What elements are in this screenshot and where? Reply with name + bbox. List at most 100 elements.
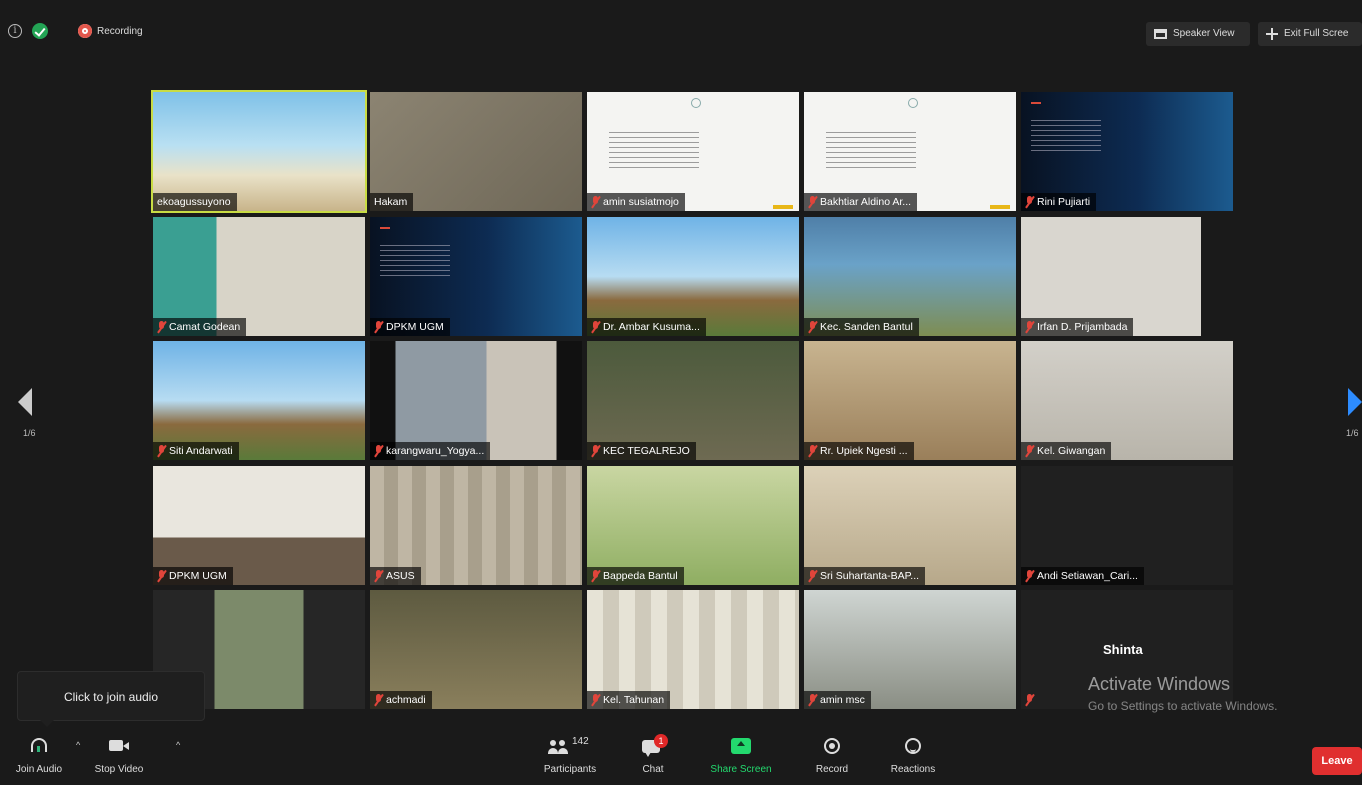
headphones-icon [31, 738, 47, 752]
slide-text-block [826, 128, 916, 168]
participant-name-tag: karangwaru_Yogya... [370, 442, 491, 460]
participant-name: Dr. Ambar Kusuma... [603, 320, 700, 333]
participants-button[interactable]: 142 Participants [530, 736, 610, 784]
participant-video-tile[interactable]: Camat Godean [153, 216, 365, 336]
participant-video-tile[interactable]: Bappeda Bantul [587, 465, 799, 585]
participant-name: ekoagussuyono [157, 196, 231, 208]
participant-name-tag: Kel. Tahunan [587, 691, 671, 709]
info-icon[interactable]: i [8, 24, 22, 38]
slide-logo-icon [908, 98, 918, 108]
participant-video-tile[interactable]: Bakhtiar Aldino Ar... [804, 92, 1016, 211]
participant-video-tile[interactable]: DPKM UGM [153, 465, 365, 585]
video-options-chevron-up-icon[interactable]: ^ [176, 740, 180, 750]
muted-microphone-icon [808, 445, 817, 457]
participant-name-tag: ekoagussuyono [153, 193, 237, 211]
participant-video-tile[interactable]: Hakam [370, 92, 582, 211]
participant-name: Siti Andarwati [169, 445, 233, 457]
participant-video-tile[interactable]: Siti Andarwati [153, 341, 365, 460]
audio-options-chevron-up-icon[interactable]: ^ [76, 740, 80, 750]
participant-name: amin msc [820, 694, 865, 706]
video-camera-icon [109, 740, 129, 751]
share-screen-label: Share Screen [710, 764, 772, 775]
participant-video-tile[interactable]: Rr. Upiek Ngesti ... [804, 341, 1016, 460]
participant-name: ASUS [386, 569, 415, 582]
participant-name: DPKM UGM [169, 569, 227, 582]
muted-microphone-icon [1025, 320, 1034, 333]
participant-name: Kel. Tahunan [603, 694, 665, 706]
participant-video-tile[interactable]: DPKM UGM [370, 216, 582, 336]
participant-name: Bappeda Bantul [603, 569, 678, 582]
participant-name-tag: Hakam [370, 193, 414, 211]
participant-name-tag: ASUS [370, 566, 421, 585]
stop-video-label: Stop Video [94, 764, 144, 775]
participant-name-tag: Andi Setiawan_Cari... [1021, 566, 1144, 585]
slide-accent-bar [380, 226, 390, 229]
muted-microphone-icon [591, 320, 600, 333]
leave-meeting-button[interactable]: Leave [1312, 747, 1362, 775]
slide-accent-bar [990, 205, 1010, 209]
participant-name-tag: DPKM UGM [370, 317, 450, 336]
reactions-button[interactable]: Reactions [880, 736, 946, 784]
page-indicator-left: 1/6 [23, 428, 36, 438]
record-label: Record [815, 764, 849, 775]
participant-video-tile[interactable]: Kel. Tahunan [587, 590, 799, 709]
participant-name-tag: achmadi [370, 691, 432, 709]
join-audio-button[interactable]: Join Audio [14, 736, 64, 784]
muted-microphone-icon [157, 320, 166, 333]
muted-microphone-icon [1025, 445, 1034, 457]
participants-count: 142 [572, 736, 589, 747]
previous-page-arrow-icon[interactable] [18, 388, 32, 416]
participant-video-tile[interactable]: Sri Suhartanta-BAP... [804, 465, 1016, 585]
participant-name: Camat Godean [169, 320, 241, 333]
participant-video-tile[interactable]: Kec. Sanden Bantul [804, 216, 1016, 336]
activate-windows-title: Activate Windows [1088, 674, 1231, 694]
participant-name-tag: Rini Pujiarti [1021, 193, 1097, 211]
participant-name: Rini Pujiarti [1037, 196, 1091, 208]
participant-name-tag: Dr. Ambar Kusuma... [587, 317, 706, 336]
participant-video-tile[interactable]: Andi Setiawan_Cari... [1021, 465, 1233, 585]
chat-button[interactable]: 1 Chat [630, 734, 676, 784]
participant-video-tile[interactable]: karangwaru_Yogya... [370, 341, 582, 460]
exit-full-screen-label: Exit Full Scree [1284, 28, 1349, 39]
top-bar: i Recording Speaker View Exit Full Scree [0, 0, 1362, 64]
speaker-view-button[interactable]: Speaker View [1146, 22, 1250, 46]
exit-full-screen-button[interactable]: Exit Full Scree [1258, 22, 1362, 46]
participant-video-tile[interactable]: ekoagussuyono [151, 90, 367, 213]
muted-microphone-icon [157, 569, 166, 582]
encryption-shield-icon[interactable] [32, 23, 48, 39]
slide-accent-bar [773, 205, 793, 209]
muted-microphone-icon [591, 694, 600, 706]
chat-unread-badge: 1 [654, 734, 668, 748]
participant-video-tile[interactable]: amin susiatmojo [587, 92, 799, 211]
participant-name: Kel. Giwangan [1037, 445, 1106, 457]
muted-microphone-icon [374, 445, 383, 457]
participant-video-tile[interactable]: Kel. Giwangan [1021, 341, 1233, 460]
participant-name-tag: Kec. Sanden Bantul [804, 317, 919, 336]
muted-microphone-icon [374, 569, 383, 582]
participant-name: KEC TEGALREJO [603, 445, 690, 457]
participant-name-tag: Irfan D. Prijambada [1021, 317, 1134, 336]
stop-video-button[interactable]: Stop Video [84, 736, 154, 784]
next-page-arrow-icon[interactable] [1348, 388, 1362, 416]
reactions-label: Reactions [890, 764, 936, 775]
muted-microphone-icon [808, 569, 817, 582]
share-screen-button[interactable]: Share Screen [700, 736, 782, 784]
reactions-smiley-icon [905, 738, 921, 754]
participant-video-tile[interactable]: Dr. Ambar Kusuma... [587, 216, 799, 336]
participant-name: Kec. Sanden Bantul [820, 320, 913, 333]
participant-video-tile[interactable]: Irfan D. Prijambada [1021, 216, 1233, 336]
speaker-view-icon [1154, 29, 1167, 39]
participant-name: DPKM UGM [386, 320, 444, 333]
recording-label: Recording [97, 26, 143, 37]
participant-video-tile[interactable]: amin msc [804, 590, 1016, 709]
participant-name: Andi Setiawan_Cari... [1037, 569, 1138, 582]
participant-name-tag: Rr. Upiek Ngesti ... [804, 442, 914, 460]
participant-name: Hakam [374, 196, 408, 208]
participant-video-tile[interactable]: KEC TEGALREJO [587, 341, 799, 460]
participant-video-tile[interactable]: Rini Pujiarti [1021, 92, 1233, 211]
participant-video-tile[interactable]: achmadi [370, 590, 582, 709]
chat-label: Chat [642, 764, 664, 775]
participant-video-tile[interactable]: ASUS [370, 465, 582, 585]
page-indicator-right: 1/6 [1346, 428, 1359, 438]
record-button[interactable]: Record [808, 736, 856, 784]
